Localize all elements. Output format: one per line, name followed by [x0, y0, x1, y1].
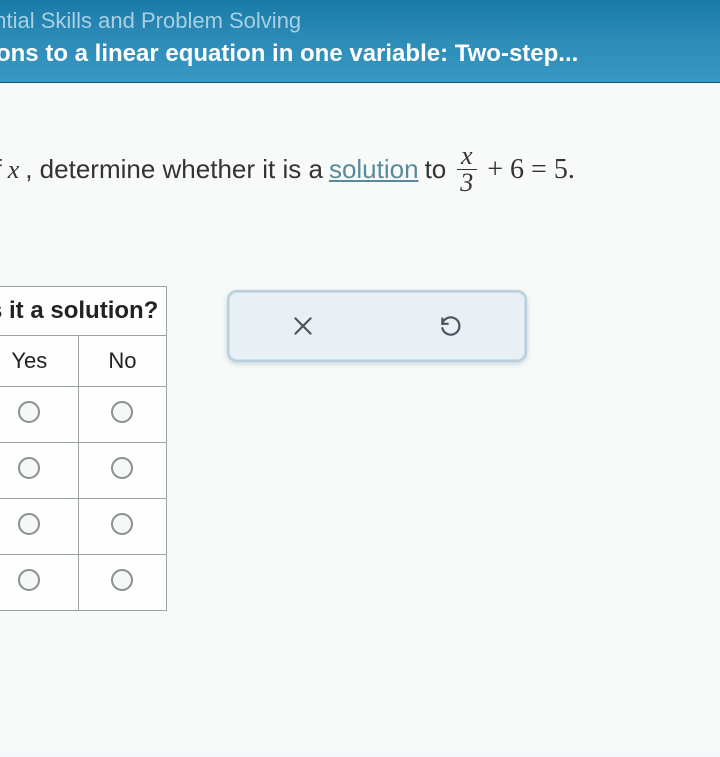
- answer-table: s it a solution? Yes No: [0, 286, 167, 611]
- answer-toolbar: [227, 290, 527, 362]
- question-prefix: of: [0, 154, 2, 185]
- radio-no[interactable]: [111, 569, 133, 591]
- question-mid1: , determine whether it is a: [25, 154, 323, 185]
- table-row: [0, 443, 167, 499]
- content-area: of x , determine whether it is a solutio…: [0, 83, 720, 750]
- radio-yes[interactable]: [18, 513, 40, 535]
- reset-button[interactable]: [431, 306, 471, 346]
- column-yes: Yes: [0, 336, 78, 387]
- breadcrumb: ssential Skills and Problem Solving: [0, 8, 720, 34]
- question-mid2: to: [425, 154, 447, 185]
- radio-yes[interactable]: [18, 569, 40, 591]
- table-header: s it a solution?: [0, 287, 167, 336]
- column-no: No: [78, 336, 167, 387]
- page-header: ssential Skills and Problem Solving luti…: [0, 0, 720, 83]
- radio-no[interactable]: [111, 401, 133, 423]
- radio-no[interactable]: [111, 513, 133, 535]
- radio-yes[interactable]: [18, 457, 40, 479]
- radio-no[interactable]: [111, 457, 133, 479]
- table-row: [0, 387, 167, 443]
- question-variable: x: [8, 155, 20, 185]
- clear-button[interactable]: [283, 306, 323, 346]
- x-icon: [290, 313, 316, 339]
- equation-fraction: x 3: [456, 143, 477, 196]
- question-text: of x , determine whether it is a solutio…: [0, 143, 720, 196]
- solution-link[interactable]: solution: [329, 154, 419, 185]
- radio-yes[interactable]: [18, 401, 40, 423]
- fraction-denominator: 3: [456, 170, 477, 196]
- equation-rest: + 6 = 5.: [487, 154, 575, 186]
- page-title: lutions to a linear equation in one vari…: [0, 40, 720, 68]
- table-row: [0, 499, 167, 555]
- undo-icon: [438, 313, 464, 339]
- fraction-numerator: x: [457, 143, 477, 170]
- table-row: [0, 555, 167, 611]
